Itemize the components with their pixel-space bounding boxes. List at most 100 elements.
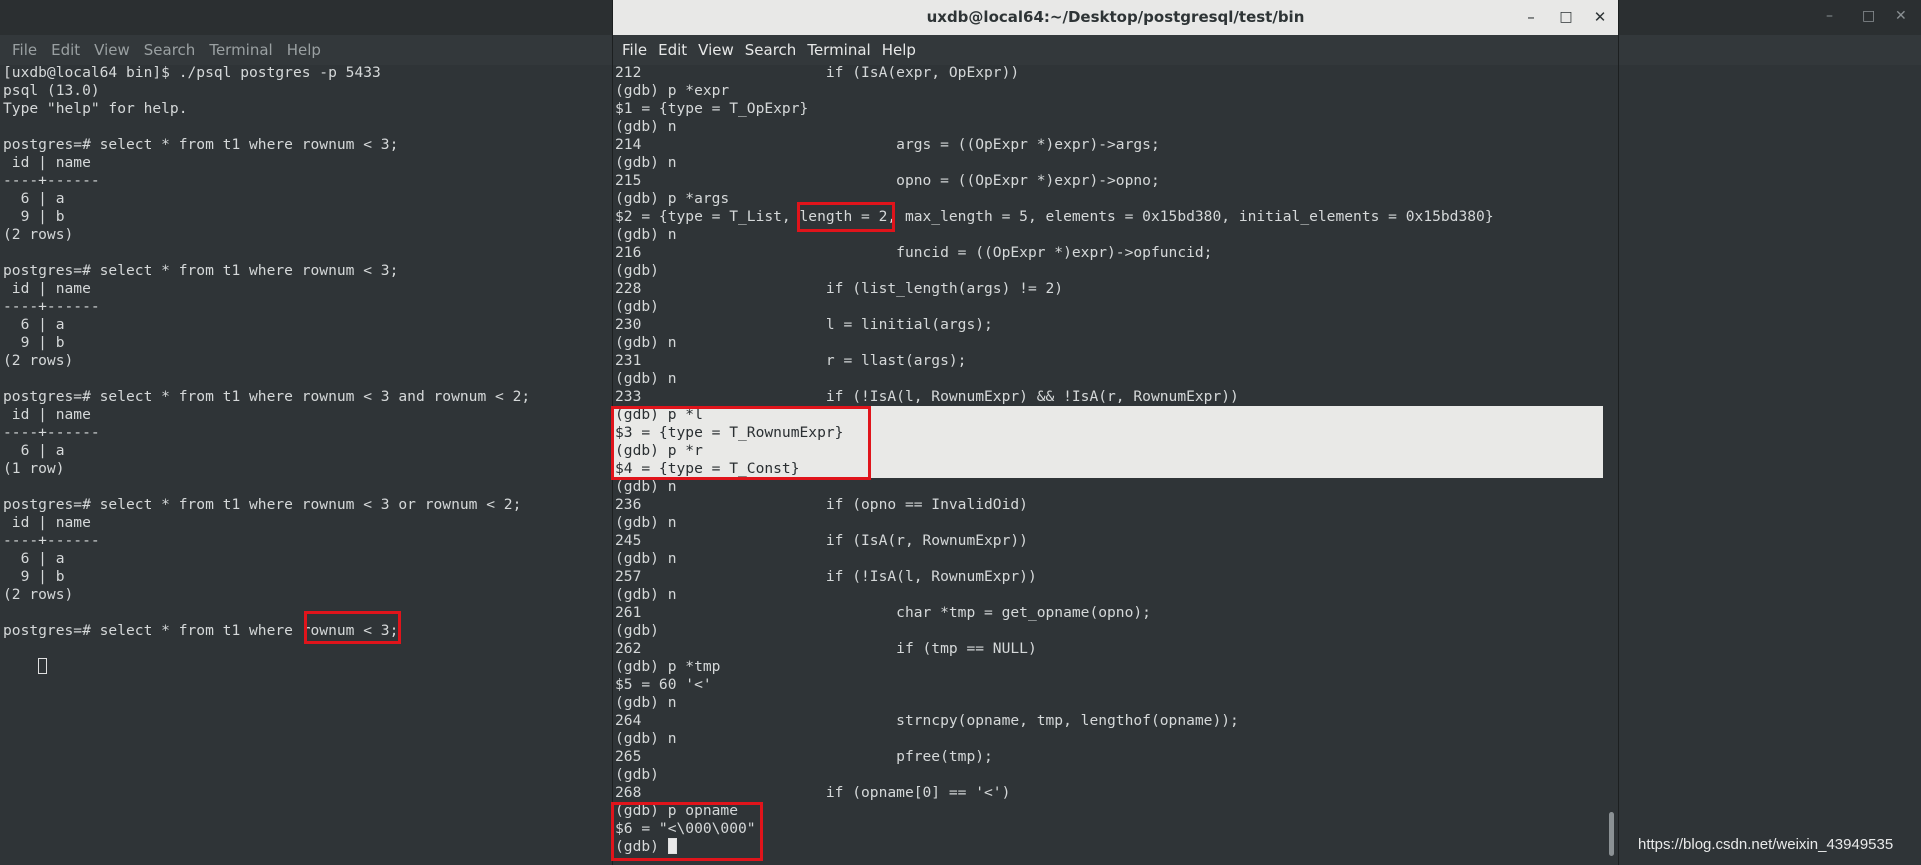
- psql-line: 9 | b: [3, 334, 530, 352]
- gdb-line: 265 pfree(tmp);: [615, 748, 1494, 766]
- left-cursor-line: [3, 640, 48, 694]
- line-text: (gdb) n: [615, 118, 677, 135]
- psql-line: ----+------: [3, 172, 530, 190]
- gdb-window-titlebar: uxdb@local64:~/Desktop/postgresql/test/b…: [613, 0, 1618, 35]
- psql-line: postgres=# select * from t1 where rownum…: [3, 136, 530, 154]
- gdb-line: 231 r = llast(args);: [615, 352, 1494, 370]
- menu-edit[interactable]: Edit: [51, 41, 80, 59]
- psql-line: postgres=# select * from t1 where rownum…: [3, 496, 530, 514]
- menu-view[interactable]: View: [698, 41, 734, 59]
- psql-line: psql (13.0): [3, 82, 530, 100]
- psql-line: 6 | a: [3, 550, 530, 568]
- gdb-line: 233 if (!IsA(l, RownumExpr) && !IsA(r, R…: [615, 388, 1494, 406]
- line-text: Type "help" for help.: [3, 100, 188, 117]
- line-text: 262 if (tmp == NULL): [615, 640, 1037, 657]
- psql-line: 6 | a: [3, 442, 530, 460]
- line-text: 6 | a: [3, 550, 65, 567]
- line-text: postgres=# select * from t1 where rownum…: [3, 136, 399, 153]
- line-text: 268 if (opname[0] == '<'): [615, 784, 1011, 801]
- gdb-line: (gdb) n: [615, 514, 1494, 532]
- line-text: id | name: [3, 406, 91, 423]
- gdb-line: $5 = 60 '<': [615, 676, 1494, 694]
- gdb-menubar: File Edit View Search Terminal Help: [613, 35, 1618, 65]
- line-text: psql (13.0): [3, 82, 100, 99]
- line-text: $5 = 60 '<': [615, 676, 712, 693]
- gdb-line: 212 if (IsA(expr, OpExpr)): [615, 64, 1494, 82]
- psql-line: id | name: [3, 154, 530, 172]
- gdb-line: (gdb) p *tmp: [615, 658, 1494, 676]
- maximize-icon[interactable]: □: [1555, 6, 1577, 28]
- gdb-terminal-window[interactable]: uxdb@local64:~/Desktop/postgresql/test/b…: [611, 0, 1619, 865]
- gdb-line: 261 char *tmp = get_opname(opno);: [615, 604, 1494, 622]
- menu-file[interactable]: File: [12, 41, 37, 59]
- gdb-line: (gdb): [615, 622, 1494, 640]
- line-text: ----+------: [3, 172, 100, 189]
- menu-search[interactable]: Search: [745, 41, 797, 59]
- line-text: (1 row): [3, 460, 65, 477]
- line-text: (gdb) n: [615, 694, 677, 711]
- line-text: (2 rows): [3, 586, 74, 603]
- menu-search[interactable]: Search: [144, 41, 196, 59]
- watermark: https://blog.csdn.net/weixin_43949535: [1638, 836, 1894, 853]
- maximize-icon[interactable]: □: [1862, 8, 1875, 24]
- line-text: 261 char *tmp = get_opname(opno);: [615, 604, 1151, 621]
- close-icon[interactable]: ✕: [1589, 6, 1611, 28]
- line-text: 245 if (IsA(r, RownumExpr)): [615, 532, 1028, 549]
- line-text: (gdb) p *tmp: [615, 658, 721, 675]
- gdb-line: 262 if (tmp == NULL): [615, 640, 1494, 658]
- line-text: id | name: [3, 280, 91, 297]
- menu-terminal[interactable]: Terminal: [209, 41, 272, 59]
- scrollbar-thumb[interactable]: [1609, 812, 1614, 856]
- highlight-box-opname: [611, 802, 763, 861]
- menu-terminal[interactable]: Terminal: [807, 41, 870, 59]
- gdb-line: 214 args = ((OpExpr *)expr)->args;: [615, 136, 1494, 154]
- line-text: 6 | a: [3, 442, 65, 459]
- line-text: (2 rows): [3, 352, 74, 369]
- menu-file[interactable]: File: [622, 41, 647, 59]
- gdb-line: (gdb) n: [615, 730, 1494, 748]
- line-text: postgres=# select * from t1 where rownum…: [3, 496, 522, 513]
- line-text: 228 if (list_length(args) != 2): [615, 280, 1064, 297]
- psql-line: (2 rows): [3, 586, 530, 604]
- gdb-line: 245 if (IsA(r, RownumExpr)): [615, 532, 1494, 550]
- menu-view[interactable]: View: [94, 41, 130, 59]
- gdb-line: (gdb) n: [615, 694, 1494, 712]
- line-text: [uxdb@local64 bin]$ ./psql postgres -p 5…: [3, 64, 381, 81]
- psql-line: postgres=# select * from t1 where rownum…: [3, 622, 530, 640]
- close-icon[interactable]: ✕: [1895, 8, 1907, 24]
- gdb-line: (gdb) n: [615, 586, 1494, 604]
- line-text: 215 opno = ((OpExpr *)expr)->opno;: [615, 172, 1160, 189]
- gdb-line: (gdb) n: [615, 118, 1494, 136]
- line-text: 9 | b: [3, 568, 65, 585]
- psql-line: id | name: [3, 406, 530, 424]
- line-text: 265 pfree(tmp);: [615, 748, 993, 765]
- psql-line: 6 | a: [3, 316, 530, 334]
- psql-line: Type "help" for help.: [3, 100, 530, 118]
- line-text: 257 if (!IsA(l, RownumExpr)): [615, 568, 1037, 585]
- line-text: (gdb) n: [615, 334, 677, 351]
- gdb-line: (gdb) p *args: [615, 190, 1494, 208]
- gdb-line: 236 if (opno == InvalidOid): [615, 496, 1494, 514]
- line-text: (gdb) n: [615, 550, 677, 567]
- gdb-line: (gdb) n: [615, 478, 1494, 496]
- psql-line: [3, 370, 530, 388]
- line-text: 216 funcid = ((OpExpr *)expr)->opfuncid;: [615, 244, 1213, 261]
- gdb-line: 264 strncpy(opname, tmp, lengthof(opname…: [615, 712, 1494, 730]
- gdb-line: 268 if (opname[0] == '<'): [615, 784, 1494, 802]
- gdb-line: 228 if (list_length(args) != 2): [615, 280, 1494, 298]
- psql-line: (1 row): [3, 460, 530, 478]
- line-text: 231 r = llast(args);: [615, 352, 967, 369]
- psql-line: id | name: [3, 280, 530, 298]
- line-text: 264 strncpy(opname, tmp, lengthof(opname…: [615, 712, 1239, 729]
- minimize-icon[interactable]: –: [1520, 6, 1542, 28]
- menu-help[interactable]: Help: [882, 41, 916, 59]
- line-text: 6 | a: [3, 190, 65, 207]
- left-terminal-output[interactable]: [uxdb@local64 bin]$ ./psql postgres -p 5…: [3, 64, 530, 640]
- menu-edit[interactable]: Edit: [658, 41, 687, 59]
- menu-help[interactable]: Help: [287, 41, 321, 59]
- line-text: 6 | a: [3, 316, 65, 333]
- minimize-icon[interactable]: –: [1826, 8, 1833, 24]
- line-text: (gdb) n: [615, 154, 677, 171]
- psql-line: ----+------: [3, 298, 530, 316]
- gdb-line: 257 if (!IsA(l, RownumExpr)): [615, 568, 1494, 586]
